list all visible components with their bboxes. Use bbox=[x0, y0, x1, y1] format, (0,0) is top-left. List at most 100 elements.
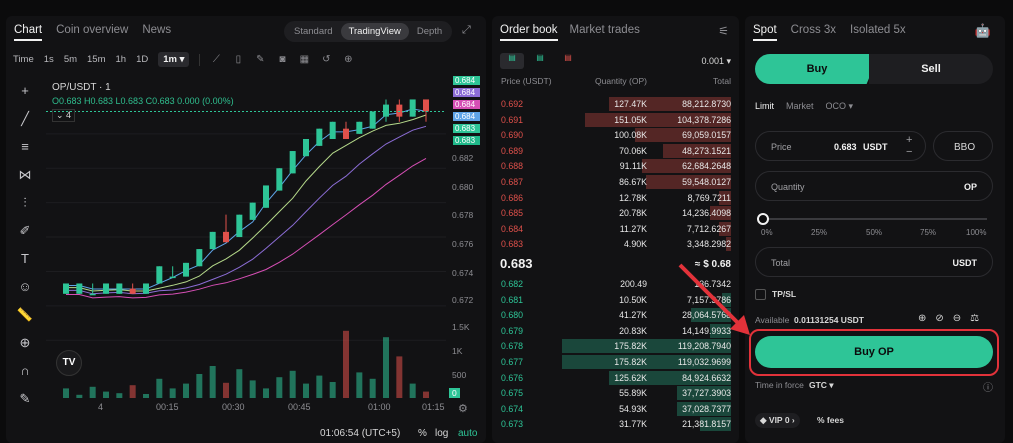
candle-type-icon[interactable]: ▯ bbox=[232, 54, 244, 66]
tab-coin-overview[interactable]: Coin overview bbox=[56, 24, 128, 41]
price-tick: 0.676 bbox=[452, 239, 474, 249]
ask-row[interactable]: 0.690 100.08K 69,059.0157 bbox=[492, 127, 739, 143]
time-in-force-select[interactable]: GTC ▾ bbox=[809, 380, 834, 391]
ask-row[interactable]: 0.685 20.78K 14,236.4098 bbox=[492, 205, 739, 221]
order-type-tabs: Limit Market OCO ▾ bbox=[755, 101, 853, 112]
timeframe-1h[interactable]: 1h bbox=[116, 54, 127, 65]
settings-icon[interactable]: ⚙ bbox=[458, 402, 468, 415]
crosshair-icon[interactable]: + bbox=[16, 82, 34, 100]
borrow-icon[interactable]: ⚖ bbox=[970, 313, 979, 324]
fees-link[interactable]: % fees bbox=[817, 415, 844, 425]
ask-row[interactable]: 0.687 86.67K 59,548.0127 bbox=[492, 174, 739, 190]
view-depth[interactable]: Depth bbox=[409, 23, 450, 40]
slider-handle[interactable] bbox=[757, 213, 769, 225]
ruler-icon[interactable]: 📏 bbox=[16, 306, 34, 324]
decrement-icon[interactable]: − bbox=[906, 146, 912, 158]
bbo-button[interactable]: BBO bbox=[933, 131, 993, 161]
ask-row[interactable]: 0.686 12.78K 8,769.7211 bbox=[492, 190, 739, 206]
tab-chart[interactable]: Chart bbox=[14, 24, 43, 41]
tab-order-book[interactable]: Order book bbox=[500, 24, 558, 41]
order-type-oco[interactable]: OCO ▾ bbox=[826, 101, 854, 112]
candlestick-chart[interactable] bbox=[46, 76, 446, 401]
timeframe-15m[interactable]: 15m bbox=[87, 54, 105, 65]
ma-line bbox=[66, 157, 427, 299]
orderbook-panel: Order book Market trades ⚟ ▤ ▤ ▤ 0.001 ▾… bbox=[492, 16, 739, 443]
text-icon[interactable]: T bbox=[16, 250, 34, 268]
vip-badge[interactable]: ◆ VIP 0 › bbox=[755, 413, 800, 428]
ma-line bbox=[66, 125, 427, 295]
indicator-collapse[interactable]: ⌄ 4 bbox=[52, 109, 76, 122]
increment-icon[interactable]: + bbox=[906, 134, 912, 146]
add-funds-icon[interactable]: ⊕ bbox=[918, 313, 926, 324]
tab-spot[interactable]: Spot bbox=[753, 24, 777, 41]
bot-icon[interactable]: 🤖 bbox=[975, 23, 991, 39]
view-standard[interactable]: Standard bbox=[286, 23, 341, 40]
view-both-icon[interactable]: ▤ bbox=[500, 53, 524, 69]
timeframe-1m-dropdown[interactable]: 1m ▾ bbox=[158, 52, 190, 67]
candle bbox=[223, 231, 229, 243]
timeframe-1s[interactable]: 1s bbox=[44, 54, 54, 65]
volume-bar bbox=[263, 388, 269, 398]
horizontal-lines-icon[interactable]: ≡ bbox=[16, 138, 34, 156]
emoji-icon[interactable]: ☺ bbox=[16, 278, 34, 296]
total-field[interactable]: Total USDT bbox=[755, 247, 993, 277]
volume-bar bbox=[316, 375, 323, 398]
undo-icon[interactable]: ↺ bbox=[320, 54, 332, 66]
view-tradingview[interactable]: TradingView bbox=[340, 23, 409, 40]
quantity-field[interactable]: Quantity OP bbox=[755, 171, 993, 201]
bid-row[interactable]: 0.674 54.93K 37,028.7377 bbox=[492, 401, 739, 417]
deposit-icon[interactable]: ⊖ bbox=[953, 313, 961, 324]
tab-market-trades[interactable]: Market trades bbox=[570, 24, 640, 41]
candle bbox=[396, 104, 403, 117]
bid-row[interactable]: 0.677 175.82K 119,032.9699 bbox=[492, 354, 739, 370]
candle bbox=[343, 128, 349, 139]
pattern-icon[interactable]: ⋈ bbox=[16, 166, 34, 184]
order-type-market[interactable]: Market bbox=[786, 101, 814, 112]
filter-settings-icon[interactable]: ⚟ bbox=[718, 24, 729, 38]
magnet-icon[interactable]: ∩ bbox=[16, 362, 34, 380]
amount-slider[interactable] bbox=[757, 213, 987, 225]
order-type-limit[interactable]: Limit bbox=[755, 101, 774, 112]
ask-row[interactable]: 0.688 91.11K 62,684.2648 bbox=[492, 158, 739, 174]
candle bbox=[129, 288, 136, 294]
expand-icon[interactable]: ⤢ bbox=[462, 24, 476, 38]
tab-isolated[interactable]: Isolated 5x bbox=[850, 24, 906, 41]
view-bids-icon[interactable]: ▤ bbox=[528, 53, 552, 69]
tab-cross[interactable]: Cross 3x bbox=[791, 24, 836, 41]
sell-tab-button[interactable]: Sell bbox=[869, 54, 993, 84]
candle bbox=[303, 139, 309, 157]
ask-row[interactable]: 0.683 4.90K 3,348.2982 bbox=[492, 236, 739, 252]
tab-news[interactable]: News bbox=[142, 24, 171, 41]
ask-row[interactable]: 0.691 151.05K 104,378.7286 bbox=[492, 112, 739, 128]
camera-icon[interactable]: ◙ bbox=[276, 54, 288, 66]
price-field[interactable]: Price 0.683 USDT + − bbox=[755, 131, 926, 161]
trendline-icon[interactable]: ╱ bbox=[16, 110, 34, 128]
volume-bar bbox=[369, 378, 376, 398]
info-icon[interactable]: ⓘ bbox=[983, 379, 993, 394]
brush-icon[interactable]: ✐ bbox=[16, 222, 34, 240]
calendar-icon[interactable]: ▦ bbox=[298, 54, 310, 66]
ask-row[interactable]: 0.692 127.47K 88,212.8730 bbox=[492, 96, 739, 112]
indicator-icon[interactable]: ⟋ bbox=[210, 54, 222, 66]
log-toggle[interactable]: log bbox=[435, 428, 448, 439]
timeframe-1d[interactable]: 1D bbox=[136, 54, 148, 65]
auto-toggle[interactable]: auto bbox=[458, 428, 477, 439]
timeframe-5m[interactable]: 5m bbox=[64, 54, 77, 65]
buy-tab-button[interactable]: Buy bbox=[755, 54, 879, 84]
candle bbox=[183, 262, 189, 277]
percent-toggle[interactable]: % bbox=[418, 428, 427, 439]
view-asks-icon[interactable]: ▤ bbox=[556, 53, 580, 69]
add-icon[interactable]: ⊕ bbox=[342, 54, 354, 66]
convert-icon[interactable]: ⊘ bbox=[935, 313, 943, 324]
precision-select[interactable]: 0.001 ▾ bbox=[701, 56, 731, 67]
ask-row[interactable]: 0.689 70.06K 48,273.1521 bbox=[492, 143, 739, 159]
ask-row[interactable]: 0.684 11.27K 7,712.6267 bbox=[492, 221, 739, 237]
volume-bar bbox=[143, 394, 149, 398]
ask-quantity: 12.78K bbox=[619, 192, 647, 203]
bid-row[interactable]: 0.676 125.62K 84,924.6632 bbox=[492, 370, 739, 386]
bid-row[interactable]: 0.675 55.89K 37,727.3903 bbox=[492, 385, 739, 401]
fib-icon[interactable]: ⫶ bbox=[16, 194, 34, 212]
pencil-icon[interactable]: ✎ bbox=[254, 54, 266, 66]
zoom-icon[interactable]: ⊕ bbox=[16, 334, 34, 352]
bid-row[interactable]: 0.673 31.77K 21,381.8157 bbox=[492, 416, 739, 432]
